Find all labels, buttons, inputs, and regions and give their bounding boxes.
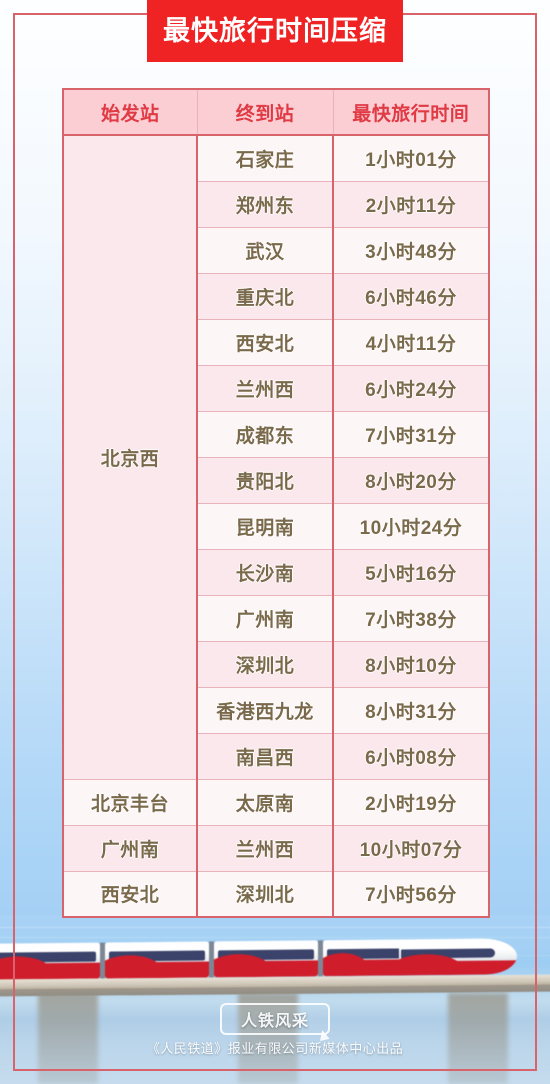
cell-duration: 7小时38分 <box>332 594 490 642</box>
cell-duration: 4小时11分 <box>332 318 490 366</box>
cell-duration: 6小时08分 <box>332 732 490 780</box>
cell-duration: 7小时56分 <box>332 870 490 918</box>
cell-destination: 兰州西 <box>196 824 334 872</box>
high-speed-train-graphic <box>0 938 517 980</box>
cell-origin: 西安北 <box>62 870 198 918</box>
cell-destination: 深圳北 <box>196 640 334 688</box>
cell-origin: 广州南 <box>62 824 198 872</box>
table-row: 西安北 深圳北 7小时56分 <box>62 870 490 918</box>
cell-duration: 5小时16分 <box>332 548 490 596</box>
column-header-duration: 最快旅行时间 <box>332 88 490 136</box>
cell-destination: 深圳北 <box>196 870 334 918</box>
cell-duration: 10小时24分 <box>332 502 490 550</box>
column-header-destination: 终到站 <box>196 88 334 136</box>
cell-origin: 北京丰台 <box>62 778 198 826</box>
cell-duration: 3小时48分 <box>332 226 490 274</box>
cell-destination: 兰州西 <box>196 364 334 412</box>
cell-duration: 10小时07分 <box>332 824 490 872</box>
table-header: 始发站 终到站 最快旅行时间 <box>62 88 490 136</box>
watermark-label: 人铁风采 <box>240 1013 309 1030</box>
poster-root: 最快旅行时间压缩 始发站 终到站 最快旅行时间 北京西 石家庄 1小时01分 郑州东 2… <box>0 0 550 1084</box>
column-header-origin: 始发站 <box>62 88 198 136</box>
cell-destination: 广州南 <box>196 594 334 642</box>
footer-credit: 《人民铁道》报业有限公司新媒体中心出品 <box>146 1041 404 1056</box>
cell-duration: 1小时01分 <box>332 134 490 182</box>
cell-destination: 重庆北 <box>196 272 334 320</box>
table-header-row: 始发站 终到站 最快旅行时间 <box>62 88 490 136</box>
cell-duration: 2小时11分 <box>332 180 490 228</box>
watermark-badge: 人铁风采 <box>220 1003 330 1035</box>
table-row: 广州南 兰州西 10小时07分 <box>62 824 490 872</box>
title-banner: 最快旅行时间压缩 <box>147 0 403 62</box>
cell-destination: 昆明南 <box>196 502 334 550</box>
table-row: 北京丰台 太原南 2小时19分 <box>62 778 490 826</box>
cell-destination: 西安北 <box>196 318 334 366</box>
cell-destination: 武汉 <box>196 226 334 274</box>
cell-destination: 石家庄 <box>196 134 334 182</box>
train-photo <box>0 915 550 1084</box>
cell-destination: 南昌西 <box>196 732 334 780</box>
cell-destination: 贵阳北 <box>196 456 334 504</box>
cell-destination: 太原南 <box>196 778 334 826</box>
table-body: 北京西 石家庄 1小时01分 郑州东 2小时11分 武汉 3小时48分 重庆北 6小时46分 西安… <box>62 134 490 918</box>
cell-duration: 2小时19分 <box>332 778 490 826</box>
cell-duration: 7小时31分 <box>332 410 490 458</box>
cell-destination: 成都东 <box>196 410 334 458</box>
travel-time-table: 始发站 终到站 最快旅行时间 北京西 石家庄 1小时01分 郑州东 2小时11分 武汉 3小… <box>62 88 490 918</box>
cell-duration: 8小时10分 <box>332 640 490 688</box>
table-row: 北京西 石家庄 1小时01分 <box>62 134 490 780</box>
cell-duration: 8小时20分 <box>332 456 490 504</box>
cell-destination: 郑州东 <box>196 180 334 228</box>
cell-destination: 长沙南 <box>196 548 334 596</box>
cell-duration: 6小时24分 <box>332 364 490 412</box>
cell-duration: 8小时31分 <box>332 686 490 734</box>
cell-duration: 6小时46分 <box>332 272 490 320</box>
travel-time-table-container: 始发站 终到站 最快旅行时间 北京西 石家庄 1小时01分 郑州东 2小时11分 武汉 3小… <box>62 88 490 918</box>
page-title: 最快旅行时间压缩 <box>163 15 387 46</box>
cell-origin-merged: 北京西 <box>62 134 198 780</box>
cell-destination: 香港西九龙 <box>196 686 334 734</box>
